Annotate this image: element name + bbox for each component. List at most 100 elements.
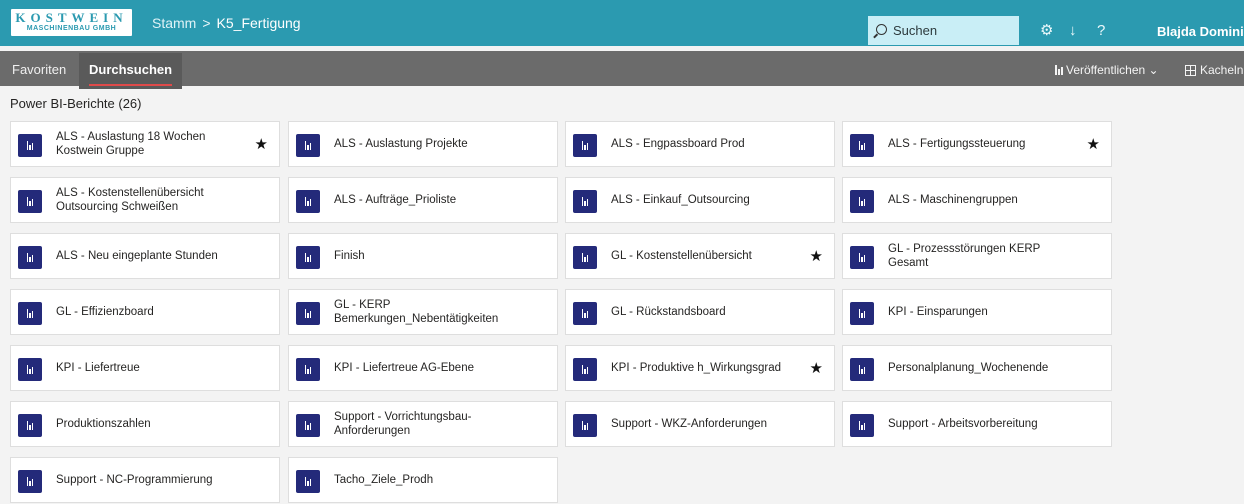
power-bi-report-icon [296, 302, 320, 325]
report-tile[interactable]: GL - KERP Bemerkungen_Nebentätigkeiten [288, 289, 558, 335]
tab-browse[interactable]: Durchsuchen [79, 53, 183, 89]
search-icon [876, 24, 887, 35]
report-tile[interactable]: ALS - Neu eingeplante Stunden [10, 233, 280, 279]
report-tile[interactable]: GL - Rückstandsboard [565, 289, 835, 335]
report-tile[interactable]: Tacho_Ziele_Prodh [288, 457, 558, 503]
report-tile[interactable]: ALS - Maschinengruppen [842, 177, 1112, 223]
report-title: GL - Effizienzboard [56, 306, 154, 318]
power-bi-report-icon [573, 302, 597, 325]
report-tile[interactable]: Finish [288, 233, 558, 279]
report-title: ALS - Aufträge_Prioliste [334, 194, 457, 206]
active-tab-underline [89, 84, 173, 86]
report-title: GL - Rückstandsboard [611, 306, 726, 318]
report-tile[interactable]: ALS - Fertigungssteuerung ★ [842, 121, 1112, 167]
report-title: Support - Arbeitsvorbereitung [888, 418, 1038, 430]
report-title: GL - Kostenstellenübersicht [611, 250, 752, 262]
tab-browse-label: Durchsuchen [89, 62, 173, 77]
report-title: ALS - Einkauf_Outsourcing [611, 194, 750, 206]
report-tile[interactable]: KPI - Einsparungen [842, 289, 1112, 335]
power-bi-report-icon [573, 134, 597, 157]
power-bi-report-icon [850, 358, 874, 381]
report-tile[interactable]: ALS - Auslastung 18 Wochen Kostwein Grup… [10, 121, 280, 167]
power-bi-report-icon [296, 470, 320, 493]
report-tile[interactable]: Support - Vorrichtungsbau-Anforderungen [288, 401, 558, 447]
report-title: Finish [334, 250, 365, 262]
search-box[interactable]: Suchen [868, 16, 1019, 45]
report-title: ALS - Neu eingeplante Stunden [56, 250, 218, 262]
tiles-label: Kacheln [1200, 63, 1244, 77]
report-tile[interactable]: GL - Effizienzboard [10, 289, 280, 335]
report-title: ALS - Auslastung Projekte [334, 138, 468, 150]
report-title: ALS - Fertigungssteuerung [888, 138, 1026, 150]
power-bi-report-icon [18, 414, 42, 437]
star-icon[interactable]: ★ [810, 247, 823, 265]
report-title: Tacho_Ziele_Prodh [334, 474, 434, 486]
report-title: ALS - Kostenstellenübersicht Outsourcing… [56, 187, 204, 213]
logo-subtitle: MASCHINENBAU GMBH [26, 25, 117, 32]
help-icon[interactable]: ? [1097, 22, 1105, 40]
report-title: ALS - Auslastung 18 Wochen Kostwein Grup… [56, 131, 206, 157]
report-title: Support - WKZ-Anforderungen [611, 418, 767, 430]
tiles-view-button[interactable]: Kacheln [1185, 61, 1243, 79]
user-name[interactable]: Blajda Dominik [1157, 23, 1244, 41]
top-bar: KOSTWEIN MASCHINENBAU GMBH Stamm > K5_Fe… [0, 0, 1244, 46]
star-icon[interactable]: ★ [255, 135, 268, 153]
report-tile[interactable]: ALS - Aufträge_Prioliste [288, 177, 558, 223]
report-title: GL - Prozessstörungen KERP Gesamt [888, 243, 1041, 269]
star-icon[interactable]: ★ [810, 359, 823, 377]
power-bi-report-icon [850, 414, 874, 437]
tab-favorites[interactable]: Favoriten [12, 61, 66, 79]
report-tile[interactable]: Personalplanung_Wochenende [842, 345, 1112, 391]
logo-name: KOSTWEIN [15, 10, 128, 25]
power-bi-report-icon [296, 134, 320, 157]
company-logo[interactable]: KOSTWEIN MASCHINENBAU GMBH [11, 9, 132, 36]
power-bi-report-icon [850, 246, 874, 269]
report-title: ALS - Engpassboard Prod [611, 138, 745, 150]
report-title: ALS - Maschinengruppen [888, 194, 1018, 206]
tiles-grid-icon [1185, 64, 1196, 76]
power-bi-report-icon [850, 134, 874, 157]
report-title: Support - NC-Programmierung [56, 474, 213, 486]
power-bi-report-icon [573, 246, 597, 269]
power-bi-report-icon [18, 302, 42, 325]
star-icon[interactable]: ★ [1087, 135, 1100, 153]
breadcrumb: Stamm > K5_Fertigung [152, 14, 301, 32]
power-bi-report-icon [573, 414, 597, 437]
power-bi-report-icon [18, 190, 42, 213]
report-title: Produktionszahlen [56, 418, 151, 430]
report-tile[interactable]: ALS - Engpassboard Prod [565, 121, 835, 167]
breadcrumb-current[interactable]: K5_Fertigung [217, 14, 301, 32]
power-bi-report-icon [18, 358, 42, 381]
report-title: KPI - Liefertreue AG-Ebene [334, 362, 474, 374]
breadcrumb-root[interactable]: Stamm [152, 14, 196, 32]
report-tile[interactable]: Support - Arbeitsvorbereitung [842, 401, 1112, 447]
power-bi-report-icon [296, 414, 320, 437]
download-icon[interactable]: ↓ [1069, 22, 1077, 40]
report-tile[interactable]: KPI - Liefertreue AG-Ebene [288, 345, 558, 391]
search-label: Suchen [893, 23, 938, 38]
report-tile[interactable]: KPI - Liefertreue [10, 345, 280, 391]
power-bi-report-icon [296, 246, 320, 269]
report-title: Personalplanung_Wochenende [888, 362, 1049, 374]
breadcrumb-chevron-icon: > [202, 15, 211, 31]
power-bi-report-icon [296, 190, 320, 213]
report-tile[interactable]: Support - WKZ-Anforderungen [565, 401, 835, 447]
report-tile[interactable]: ALS - Einkauf_Outsourcing [565, 177, 835, 223]
report-tile[interactable]: GL - Kostenstellenübersicht ★ [565, 233, 835, 279]
report-tile[interactable]: KPI - Produktive h_Wirkungsgrad ★ [565, 345, 835, 391]
report-tile[interactable]: ALS - Kostenstellenübersicht Outsourcing… [10, 177, 280, 223]
report-tile[interactable]: GL - Prozessstörungen KERP Gesamt [842, 233, 1112, 279]
bar-chart-icon [1055, 65, 1063, 75]
publish-button[interactable]: Veröffentlichen ⌄ [1055, 61, 1159, 79]
power-bi-report-icon [296, 358, 320, 381]
report-title: Support - Vorrichtungsbau-Anforderungen [334, 411, 472, 437]
report-tile[interactable]: Produktionszahlen [10, 401, 280, 447]
report-title: KPI - Einsparungen [888, 306, 988, 318]
power-bi-report-icon [850, 190, 874, 213]
report-tile[interactable]: Support - NC-Programmierung [10, 457, 280, 503]
power-bi-report-icon [573, 358, 597, 381]
nav-bar: Favoriten Durchsuchen Veröffentlichen ⌄ … [0, 51, 1244, 89]
power-bi-report-icon [850, 302, 874, 325]
settings-icon[interactable]: ⚙ [1040, 22, 1053, 40]
report-tile[interactable]: ALS - Auslastung Projekte [288, 121, 558, 167]
